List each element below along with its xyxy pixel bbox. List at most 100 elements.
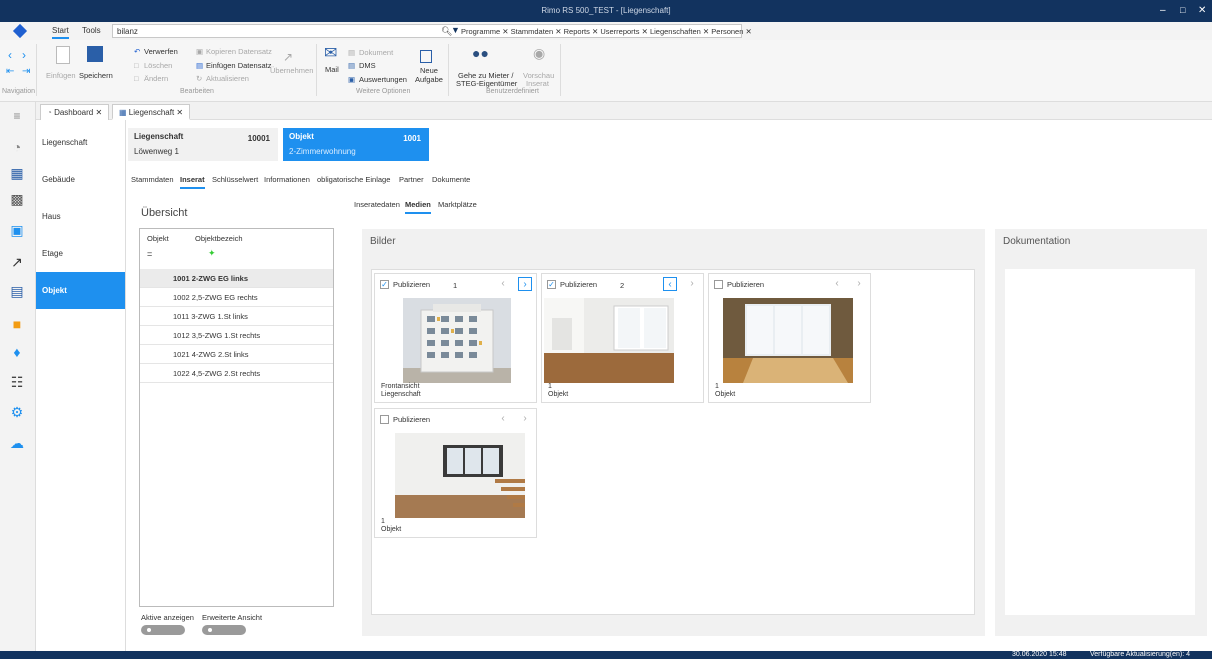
move-left-icon[interactable]: ‹ [663,277,677,291]
apply-button[interactable]: Übernehmen [270,66,313,75]
subtab-dokumente[interactable]: Dokumente [432,175,470,184]
list-item[interactable]: 1012 3,5-ZWG 1.St rechts [140,326,333,345]
tab-tools[interactable]: Tools [82,26,101,35]
status-updates[interactable]: Verfügbare Aktualisierung(en): 4 [1090,651,1190,658]
nav-haus[interactable]: Haus [36,198,125,235]
subtab-inseratedaten[interactable]: Inseratedaten [354,200,400,209]
close-icon[interactable]: ✕ [95,108,102,117]
search-input[interactable]: bilanz 🔍︎ ▼ Programme ✕ Stammdaten ✕ Rep… [112,24,752,38]
move-right-icon[interactable]: › [685,277,699,291]
nav-prev-icon[interactable]: ‹ [8,48,12,62]
paste-record-button[interactable]: Einfügen Datensatz [206,61,271,70]
dms-icon: ▤ [348,61,356,70]
column-header-objektbezeich[interactable]: Objektbezeich [195,234,243,243]
subtab-marktplaetze[interactable]: Marktplätze [438,200,477,209]
close-icon[interactable]: ✕ [176,108,183,117]
media-card[interactable]: ✓ Publizieren 1 ‹ › Frontansicht Liegens… [374,273,537,403]
move-left-icon[interactable]: ‹ [496,277,510,291]
nav-next-icon[interactable]: › [22,48,26,62]
tab-liegenschaft[interactable]: ▦ Liegenschaft ✕ [112,104,191,120]
reports-button[interactable]: Auswertungen [359,75,407,84]
list-item[interactable]: 1002 2,5-ZWG EG rechts [140,288,333,307]
move-left-icon[interactable]: ‹ [830,277,844,291]
document-button[interactable]: Dokument [359,48,393,57]
room-photo[interactable] [395,433,525,518]
save-button[interactable]: Speichern [79,71,113,80]
room-photo[interactable] [544,298,674,383]
building-photo[interactable] [403,298,511,383]
tab-start[interactable]: Start [52,26,69,39]
preview-line2[interactable]: Inserat [526,79,549,88]
room-photo[interactable] [723,298,853,383]
archive-icon[interactable]: ▩ [9,191,25,207]
list-item[interactable]: 1011 3-ZWG 1.St links [140,307,333,326]
maximize-button[interactable]: □ [1180,5,1185,15]
move-right-icon[interactable]: › [852,277,866,291]
group-benutzer: Benutzerdefiniert [486,88,539,95]
edit-button[interactable]: Ändern [144,74,168,83]
list-item[interactable]: 1001 2-ZWG EG links [140,269,333,288]
column-header-objekt[interactable]: Objekt [147,234,169,243]
subtab-einlage[interactable]: obligatorische Einlage [317,175,390,184]
cloud-icon[interactable]: ☁ [9,435,25,451]
nav-first-icon[interactable]: ⇤ [6,66,14,77]
tool-icon[interactable]: ↗ [9,254,25,270]
move-right-icon[interactable]: › [518,412,532,426]
subtab-medien[interactable]: Medien [405,200,431,214]
dashboard-icon[interactable]: ◔ [9,139,25,155]
publish-checkbox[interactable] [380,415,389,424]
refresh-button[interactable]: Aktualisieren [206,74,249,83]
search-filters[interactable]: Programme ✕ Stammdaten ✕ Reports ✕ Userr… [461,27,752,36]
nav-objekt[interactable]: Objekt [36,272,125,309]
settings-icon[interactable]: ⚙ [9,404,25,420]
extended-view-toggle[interactable] [202,625,246,635]
media-card[interactable]: Publizieren ‹ › 1 Objekt [708,273,871,403]
report-icon[interactable]: ▤ [9,283,25,299]
move-right-icon[interactable]: › [518,277,532,291]
network-icon[interactable]: ▣ [9,222,25,238]
filter-operator-icon[interactable]: = [147,249,152,259]
new-task-line2[interactable]: Aufgabe [415,75,443,84]
new-task-line1[interactable]: Neue [420,66,438,75]
minimize-button[interactable]: – [1160,5,1166,16]
subtab-inserat[interactable]: Inserat [180,175,205,189]
app-logo-icon [12,23,28,39]
tab-dashboard[interactable]: ◔ Dashboard ✕ [40,104,110,120]
note-icon[interactable]: ■ [9,316,25,332]
filter-icon[interactable]: ▼ [451,25,460,35]
media-card[interactable]: Publizieren ‹ › 1 Objekt [374,408,537,538]
list-item[interactable]: 1022 4,5-ZWG 2.St rechts [140,364,333,383]
nav-liegenschaft[interactable]: Liegenschaft [36,124,125,161]
dms-button[interactable]: DMS [359,61,376,70]
goto-tenant-line2[interactable]: STEG-Eigentümer [456,79,517,88]
list-item[interactable]: 1021 4-ZWG 2.St links [140,345,333,364]
publish-checkbox[interactable] [714,280,723,289]
grid-icon[interactable]: ☷ [9,374,25,390]
buildings-icon[interactable]: ▦ [9,165,25,181]
nav-last-icon[interactable]: ⇥ [22,66,30,77]
copy-record-button[interactable]: Kopieren Datensatz [206,47,272,56]
publish-checkbox[interactable]: ✓ [380,280,389,289]
mail-button[interactable]: Mail [325,65,339,74]
paste-record-icon: ▤ [196,61,204,70]
menu-icon[interactable]: ≡ [9,108,25,124]
liegenschaft-card[interactable]: Liegenschaft 10001 Löwenweg 1 [128,128,278,161]
insert-button[interactable]: Einfügen [46,71,76,80]
subtab-informationen[interactable]: Informationen [264,175,310,184]
move-left-icon[interactable]: ‹ [496,412,510,426]
subtab-schluesselwert[interactable]: Schlüsselwert [212,175,258,184]
objekt-card[interactable]: Objekt 1001 2-Zimmerwohnung [283,128,429,161]
discard-button[interactable]: Verwerfen [144,47,178,56]
media-card[interactable]: ✓ Publizieren 2 ‹ › 1 Objekt [541,273,704,403]
active-toggle[interactable] [141,625,185,635]
subtab-stammdaten[interactable]: Stammdaten [131,175,174,184]
close-button[interactable]: ✕ [1198,5,1206,16]
subtab-partner[interactable]: Partner [399,175,424,184]
documentation-area[interactable] [1005,269,1195,615]
nav-gebaeude[interactable]: Gebäude [36,161,125,198]
nav-etage[interactable]: Etage [36,235,125,272]
shield-icon[interactable]: ♦ [9,344,25,360]
delete-button[interactable]: Löschen [144,61,172,70]
publish-checkbox[interactable]: ✓ [547,280,556,289]
add-filter-icon[interactable]: ✦ [208,248,216,259]
